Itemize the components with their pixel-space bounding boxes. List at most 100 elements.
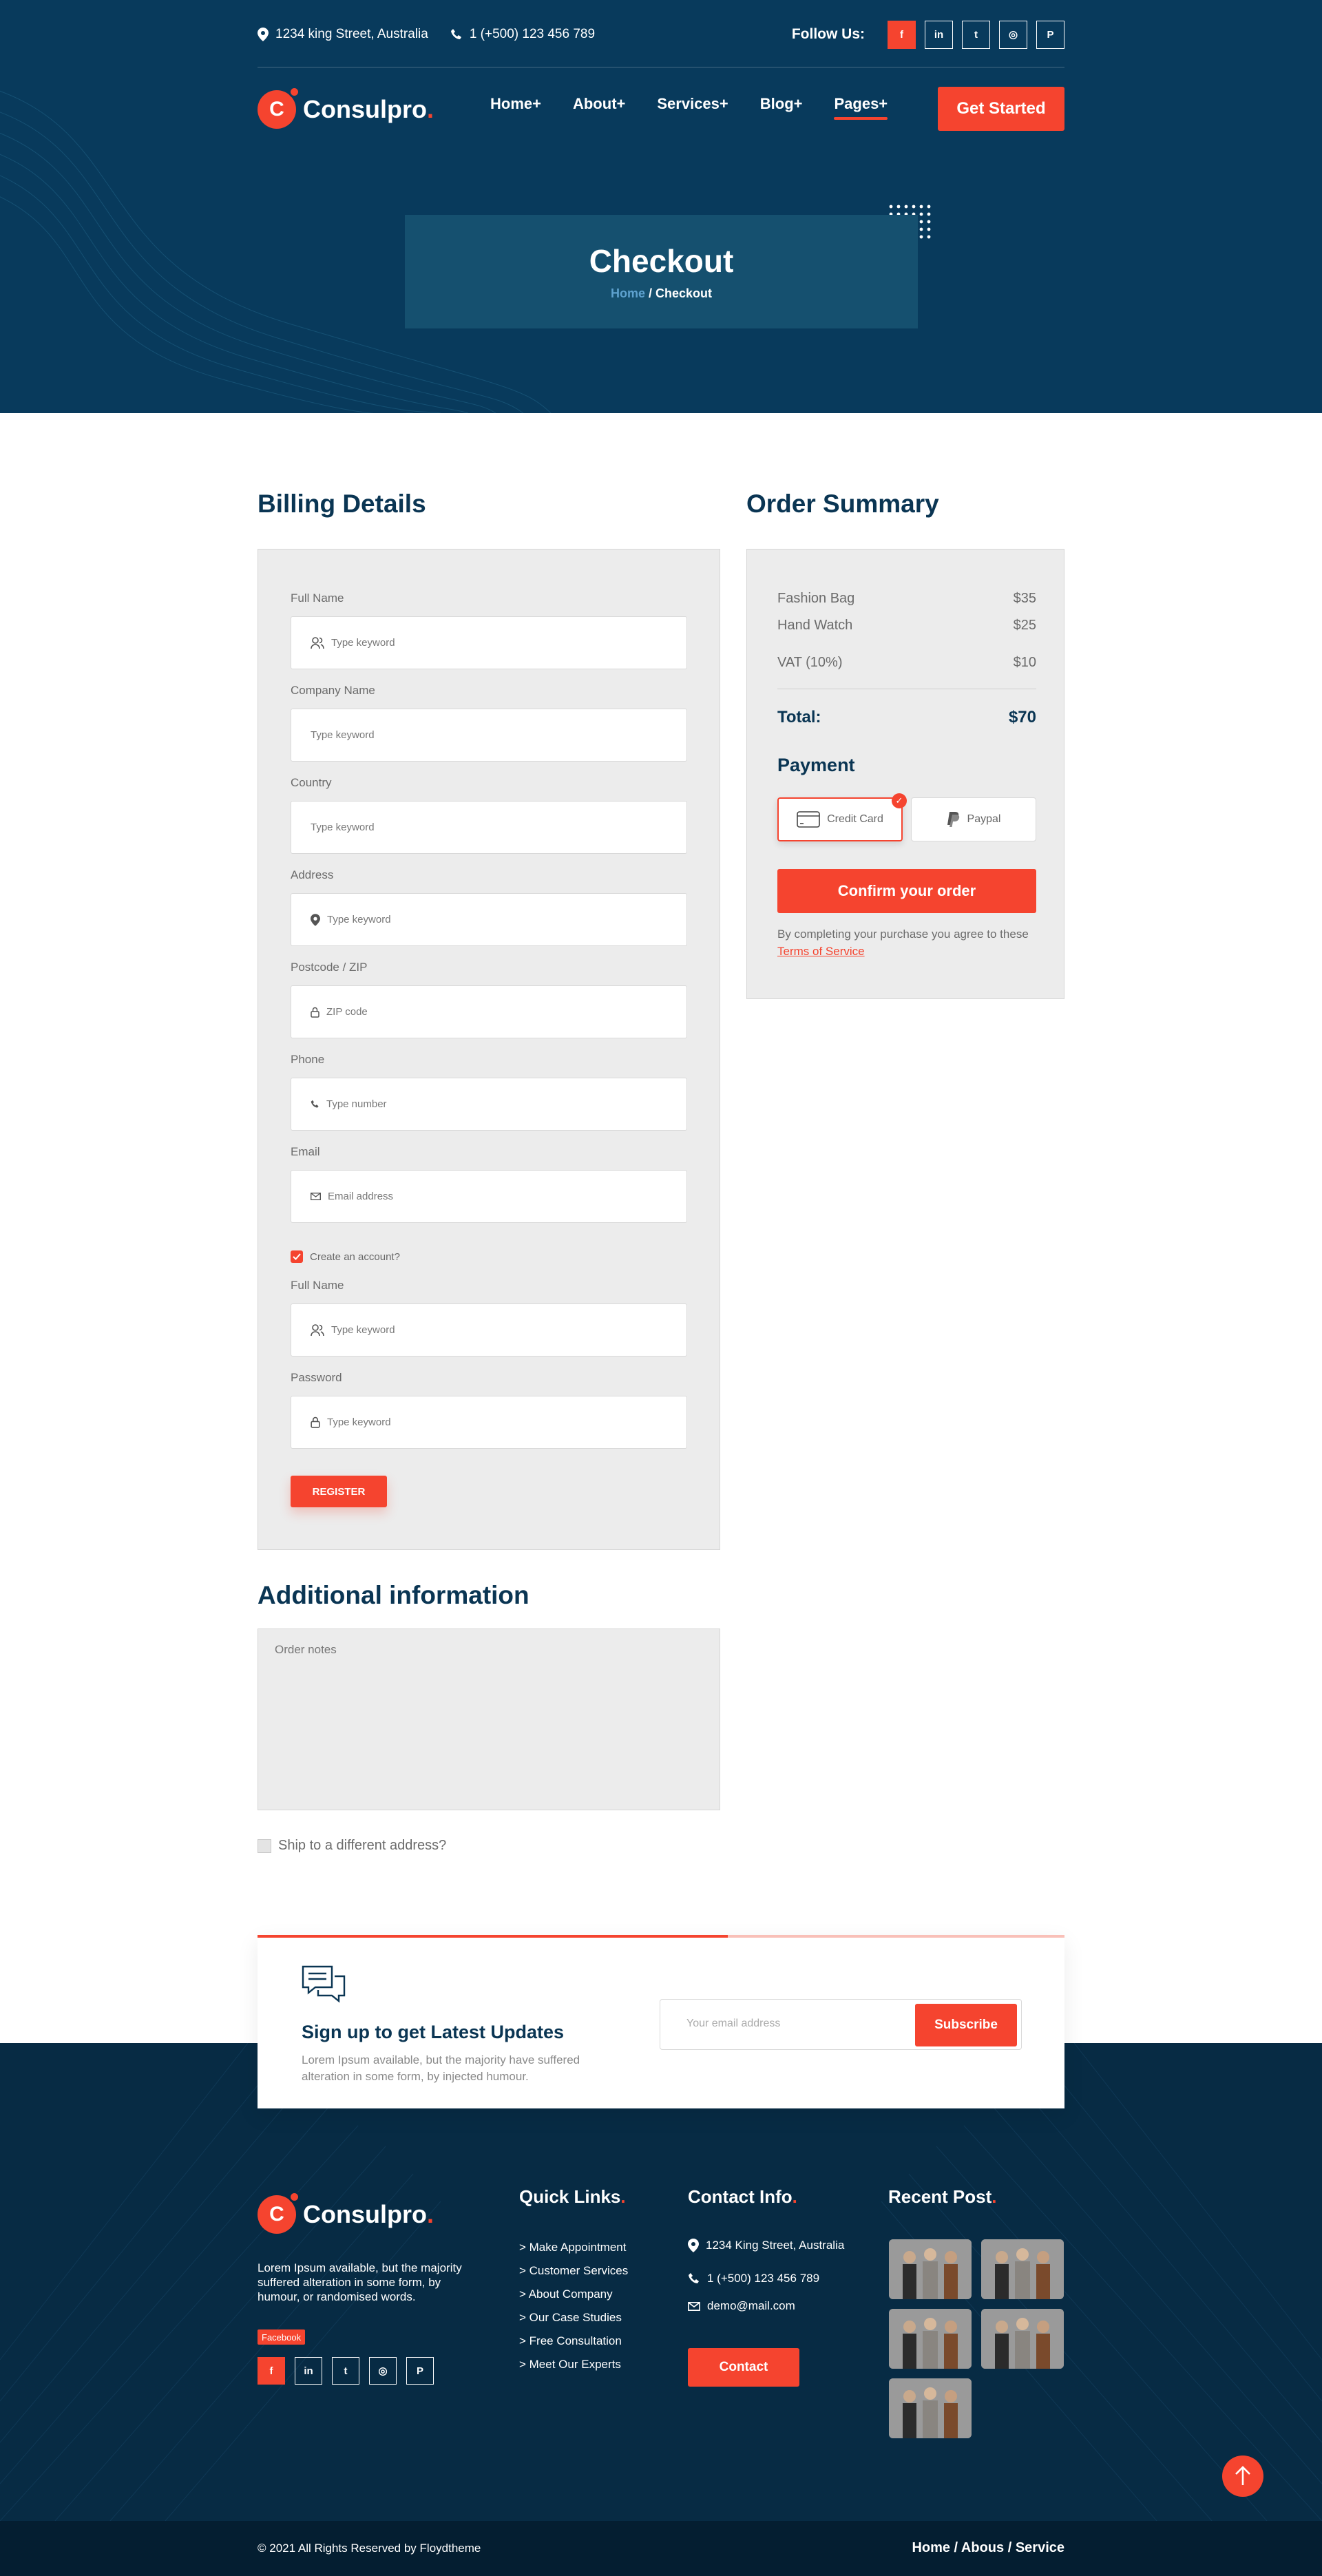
top-info-bar: 1234 king Street, Australia 1 (+500) 123…	[258, 20, 1064, 49]
mail-icon	[688, 2301, 700, 2311]
quick-link-item[interactable]: > About Company	[519, 2287, 613, 2301]
recent-post-thumbnail[interactable]	[889, 2309, 972, 2369]
mail-icon	[311, 1193, 321, 1200]
recent-post-thumbnail[interactable]	[981, 2309, 1064, 2369]
scroll-to-top-button[interactable]	[1222, 2455, 1263, 2497]
lock-icon	[311, 1416, 320, 1428]
subscribe-button[interactable]: Subscribe	[915, 2004, 1017, 2046]
country-field[interactable]: Type keyword	[291, 801, 687, 854]
address-text: 1234 king Street, Australia	[275, 27, 428, 41]
instagram-icon[interactable]: ◎	[999, 20, 1027, 49]
logo-wordmark: Consulpro.	[303, 2200, 434, 2228]
nav-blog[interactable]: Blog+	[760, 95, 803, 113]
newsletter-email-input[interactable]: Your email address Subscribe	[660, 1999, 1022, 2050]
postcode-label: Postcode / ZIP	[291, 961, 368, 974]
breadcrumb-home[interactable]: Home	[611, 286, 645, 300]
postcode-field[interactable]: ZIP code	[291, 985, 687, 1038]
phone-icon	[689, 2273, 699, 2283]
phone-icon	[450, 29, 461, 39]
recent-post-thumbnail[interactable]	[981, 2239, 1064, 2299]
create-account-checkbox[interactable]: Create an account?	[291, 1250, 400, 1263]
terms-notice: By completing your purchase you agree to…	[777, 928, 1029, 958]
credit-card-option[interactable]: Credit Card ✓	[777, 793, 907, 841]
recent-post-thumbnail[interactable]	[889, 2378, 972, 2438]
account-full-name-field[interactable]: Type keyword	[291, 1303, 687, 1357]
page-title: Checkout	[589, 243, 734, 279]
register-button[interactable]: REGISTER	[291, 1476, 387, 1507]
breadcrumb-separator: /	[648, 286, 652, 300]
user-icon	[311, 1323, 324, 1336]
billing-heading: Billing Details	[258, 490, 426, 518]
facebook-icon[interactable]: f	[258, 2357, 285, 2385]
logo-mark: C	[258, 86, 300, 129]
map-pin-icon	[311, 913, 320, 926]
linkedin-icon[interactable]: in	[295, 2357, 322, 2385]
nav-services[interactable]: Services+	[657, 95, 728, 113]
address-field[interactable]: Type keyword	[291, 893, 687, 946]
user-icon	[311, 636, 324, 649]
brand-logo[interactable]: C Consulpro.	[258, 86, 434, 129]
bottom-links[interactable]: Home / Abous / Service	[912, 2540, 1064, 2556]
paypal-option[interactable]: Paypal	[911, 797, 1036, 841]
contact-button[interactable]: Contact	[688, 2348, 799, 2387]
full-name-label: Full Name	[291, 591, 344, 605]
total-row: Total: $70	[777, 708, 1036, 726]
map-pin-icon	[688, 2239, 699, 2252]
order-notes-textarea[interactable]: Order notes	[258, 1629, 720, 1810]
quick-link-item[interactable]: > Customer Services	[519, 2264, 628, 2278]
footer	[0, 2043, 1322, 2521]
pinterest-icon[interactable]: P	[406, 2357, 434, 2385]
quick-link-item[interactable]: > Make Appointment	[519, 2241, 626, 2254]
additional-info-heading: Additional information	[258, 1581, 529, 1609]
country-label: Country	[291, 776, 332, 789]
linkedin-icon[interactable]: in	[925, 20, 953, 49]
confirm-order-button[interactable]: Confirm your order	[777, 869, 1036, 913]
twitter-icon[interactable]: t	[962, 20, 990, 49]
follow-label: Follow Us:	[791, 26, 865, 42]
email-label: Email	[291, 1145, 320, 1158]
hero-wave-decoration	[0, 90, 552, 413]
phone-icon	[311, 1100, 319, 1108]
footer-email[interactable]: demo@mail.com	[688, 2299, 795, 2313]
quick-links-heading: Quick Links.	[519, 2186, 626, 2207]
phone-info: 1 (+500) 123 456 789	[450, 27, 595, 42]
footer-logo[interactable]: C Consulpro.	[258, 2191, 434, 2234]
main-nav: Home+ About+ Services+ Blog+ Pages+	[490, 95, 919, 120]
footer-line-decoration	[0, 2043, 1322, 2521]
map-pin-icon	[258, 28, 269, 41]
instagram-icon[interactable]: ◎	[369, 2357, 397, 2385]
ship-different-address-checkbox[interactable]: Ship to a different address?	[258, 1838, 446, 1854]
get-started-button[interactable]: Get Started	[938, 87, 1064, 131]
billing-form: Full Name Type keyword Company Name Type…	[258, 549, 720, 1550]
logo-wordmark: Consulpro.	[303, 95, 434, 123]
newsletter-card: Sign up to get Latest Updates Lorem Ipsu…	[258, 1935, 1064, 2108]
vat-row: VAT (10%) $10	[777, 655, 1036, 670]
pinterest-icon[interactable]: P	[1036, 20, 1064, 49]
selected-check-icon: ✓	[892, 793, 907, 808]
quick-link-item[interactable]: > Our Case Studies	[519, 2311, 622, 2325]
breadcrumb-current: Checkout	[655, 286, 713, 300]
email-field[interactable]: Email address	[291, 1170, 687, 1223]
address-label: Address	[291, 868, 334, 881]
nav-about[interactable]: About+	[573, 95, 625, 113]
quick-link-item[interactable]: > Free Consultation	[519, 2334, 622, 2348]
full-name-field[interactable]: Type keyword	[291, 616, 687, 669]
facebook-icon[interactable]: f	[888, 20, 916, 49]
hero-header: 1234 king Street, Australia 1 (+500) 123…	[0, 0, 1322, 413]
phone-label: Phone	[291, 1053, 325, 1066]
copyright-text: © 2021 All Rights Reserved by Floydtheme	[258, 2542, 481, 2555]
terms-of-service-link[interactable]: Terms of Service	[777, 945, 865, 958]
company-name-field[interactable]: Type keyword	[291, 709, 687, 762]
nav-home[interactable]: Home+	[490, 95, 541, 113]
quick-link-item[interactable]: > Meet Our Experts	[519, 2358, 621, 2371]
password-field[interactable]: Type keyword	[291, 1396, 687, 1449]
twitter-icon[interactable]: t	[332, 2357, 359, 2385]
logo-mark: C	[258, 2191, 300, 2234]
page-title-box: Checkout Home / Checkout	[405, 215, 918, 328]
paypal-icon	[947, 812, 959, 827]
nav-pages[interactable]: Pages+	[834, 95, 888, 120]
recent-post-thumbnail[interactable]	[889, 2239, 972, 2299]
address-info: 1234 king Street, Australia	[258, 27, 428, 42]
newsletter-text: Lorem Ipsum available, but the majority …	[302, 2053, 580, 2083]
phone-field[interactable]: Type number	[291, 1078, 687, 1131]
